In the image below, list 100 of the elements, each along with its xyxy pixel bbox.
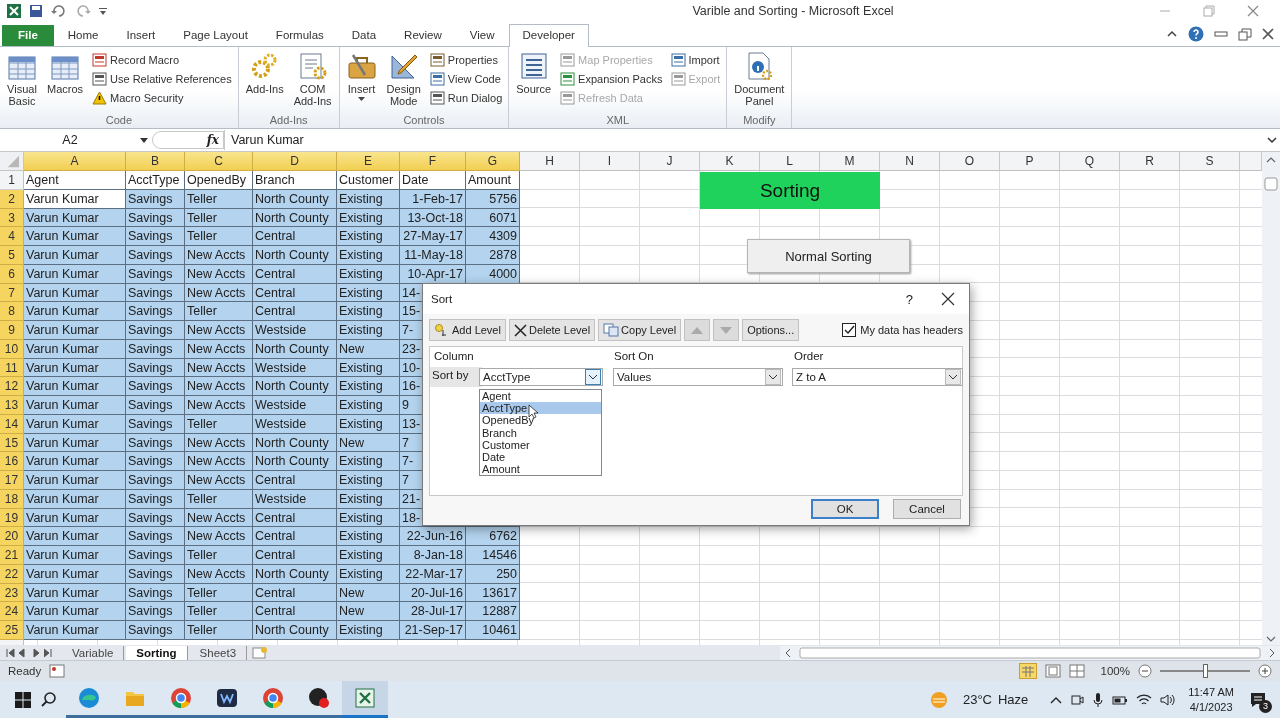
weather-text[interactable]: Haze (997, 692, 1029, 707)
toolbar-button[interactable]: Add Level (429, 319, 506, 341)
zoom-level[interactable]: 100% (1100, 665, 1130, 677)
vertical-scrollbar[interactable] (1262, 152, 1280, 647)
column-header[interactable]: J (640, 152, 700, 171)
row-header[interactable]: 17 (0, 471, 24, 490)
ribbon-button[interactable]: Insert (343, 49, 380, 114)
row-header[interactable]: 8 (0, 302, 24, 321)
ribbon-button[interactable]: Visual Basic (4, 49, 40, 114)
zoom-slider-thumb[interactable] (1203, 664, 1208, 678)
ribbon-tab[interactable]: View (455, 24, 509, 46)
sheet-tab[interactable]: Sheet3 (189, 645, 248, 660)
ribbon-tab[interactable]: Page Layout (169, 24, 262, 46)
toolbar-button[interactable]: Options... (742, 319, 800, 341)
dropdown-option[interactable]: Customer (480, 438, 601, 451)
macro-button[interactable]: Normal Sorting (747, 239, 910, 273)
sheet-tab[interactable]: Variable (62, 645, 125, 660)
column-header[interactable]: C (185, 152, 253, 171)
row-header[interactable]: 4 (0, 227, 24, 246)
wifi-icon[interactable] (1136, 692, 1153, 707)
dropdown-option[interactable]: AcctType (480, 402, 601, 415)
row-header[interactable]: 1 (0, 171, 24, 190)
sort-on-dropdown[interactable]: Values (613, 368, 783, 386)
row-header[interactable]: 25 (0, 621, 24, 640)
column-header[interactable]: B (126, 152, 185, 171)
dropdown-option[interactable]: Agent (480, 390, 601, 403)
speaker-icon[interactable] (1160, 692, 1177, 707)
row-header[interactable]: 12 (0, 377, 24, 396)
insert-function-button[interactable]: fx (206, 133, 219, 147)
row-header[interactable]: 24 (0, 602, 24, 621)
ribbon-button[interactable]: Use Relative References (90, 70, 234, 88)
ribbon-button[interactable]: Macros (44, 49, 87, 114)
dropdown-arrow-icon[interactable] (140, 137, 148, 143)
ok-button[interactable]: OK (811, 499, 879, 519)
toolbar-button[interactable]: Copy Level (598, 319, 682, 341)
row-header[interactable]: 5 (0, 246, 24, 265)
ribbon-button[interactable]: Import (668, 51, 723, 69)
ribbon-tab[interactable]: Formulas (261, 24, 338, 46)
column-header[interactable]: L (760, 152, 820, 171)
search-icon[interactable] (40, 690, 58, 709)
ribbon-button[interactable]: View Code (427, 70, 505, 88)
order-dropdown[interactable]: Z to A (792, 368, 963, 386)
column-header[interactable]: I (580, 152, 640, 171)
column-header[interactable]: S (1180, 152, 1240, 171)
spreadsheet-icon[interactable] (342, 681, 388, 718)
row-header[interactable]: 21 (0, 546, 24, 565)
column-header[interactable]: F (400, 152, 466, 171)
cancel-button[interactable]: Cancel (893, 499, 961, 519)
dropdown-option[interactable]: Date (480, 451, 601, 464)
battery-icon[interactable] (1112, 693, 1129, 706)
microphone-icon[interactable] (1092, 691, 1105, 708)
row-header[interactable]: 13 (0, 396, 24, 415)
ribbon-button[interactable]: Source (513, 49, 555, 114)
page-layout-icon[interactable] (1044, 664, 1061, 678)
ribbon-button[interactable]: Properties (427, 51, 505, 69)
page-break-icon[interactable] (1068, 664, 1085, 678)
headers-checkbox[interactable] (842, 323, 857, 337)
help-button[interactable]: ? (905, 291, 913, 307)
column-dropdown[interactable]: AcctType (479, 368, 603, 386)
file-tab[interactable]: File (2, 25, 54, 46)
ribbon-button[interactable]: Expansion Packs (558, 70, 665, 88)
checkbox-label[interactable]: My data has headers (860, 324, 963, 336)
row-header[interactable]: 9 (0, 321, 24, 340)
ribbon-tab[interactable]: Home (53, 24, 113, 46)
column-header[interactable]: K (700, 152, 760, 171)
close-icon[interactable] (941, 292, 955, 306)
formula-input[interactable]: Varun Kumar (224, 130, 1266, 150)
camera-icon[interactable] (1070, 692, 1085, 707)
row-header[interactable]: 16 (0, 452, 24, 471)
column-header[interactable]: M (820, 152, 880, 171)
ribbon-button[interactable]: COM Add-Ins (290, 49, 335, 114)
normal-view-icon[interactable] (1018, 663, 1037, 679)
clock-date[interactable]: 4/1/2023 (1189, 699, 1233, 715)
column-header[interactable]: G (466, 152, 520, 171)
name-box[interactable]: A2 (0, 133, 140, 147)
ribbon-tab[interactable]: Review (390, 24, 456, 46)
ribbon-button[interactable]: Design Mode (383, 49, 424, 114)
ribbon-tab[interactable]: Insert (112, 24, 170, 46)
save-icon[interactable] (28, 3, 44, 19)
macro-record-icon[interactable] (49, 664, 66, 678)
dropdown-option[interactable]: OpenedBy (480, 414, 601, 427)
ribbon-tab[interactable]: Data (337, 24, 391, 46)
column-header[interactable]: Q (1060, 152, 1120, 171)
dropdown-option[interactable]: Branch (480, 426, 601, 439)
windows-start-icon[interactable] (14, 690, 32, 709)
row-header[interactable]: 20 (0, 527, 24, 546)
ribbon-button[interactable]: Add-Ins (242, 49, 287, 114)
help-icon[interactable] (1188, 26, 1204, 42)
column-header[interactable]: D (253, 152, 337, 171)
column-header[interactable]: H (520, 152, 580, 171)
temperature-text[interactable]: 23°C (962, 692, 992, 707)
ribbon-button[interactable]: Run Dialog (427, 89, 505, 107)
undo-icon[interactable] (50, 3, 68, 19)
ribbon-button[interactable]: Document Panel (731, 49, 788, 114)
column-header[interactable]: A (24, 152, 126, 171)
column-header[interactable]: O (940, 152, 1000, 171)
ribbon-button[interactable]: Macro Security (90, 89, 234, 107)
clock-time[interactable]: 11:47 AM (1188, 684, 1234, 700)
ribbon-button[interactable]: Record Macro (90, 51, 234, 69)
zoom-out-icon[interactable] (1138, 664, 1152, 678)
